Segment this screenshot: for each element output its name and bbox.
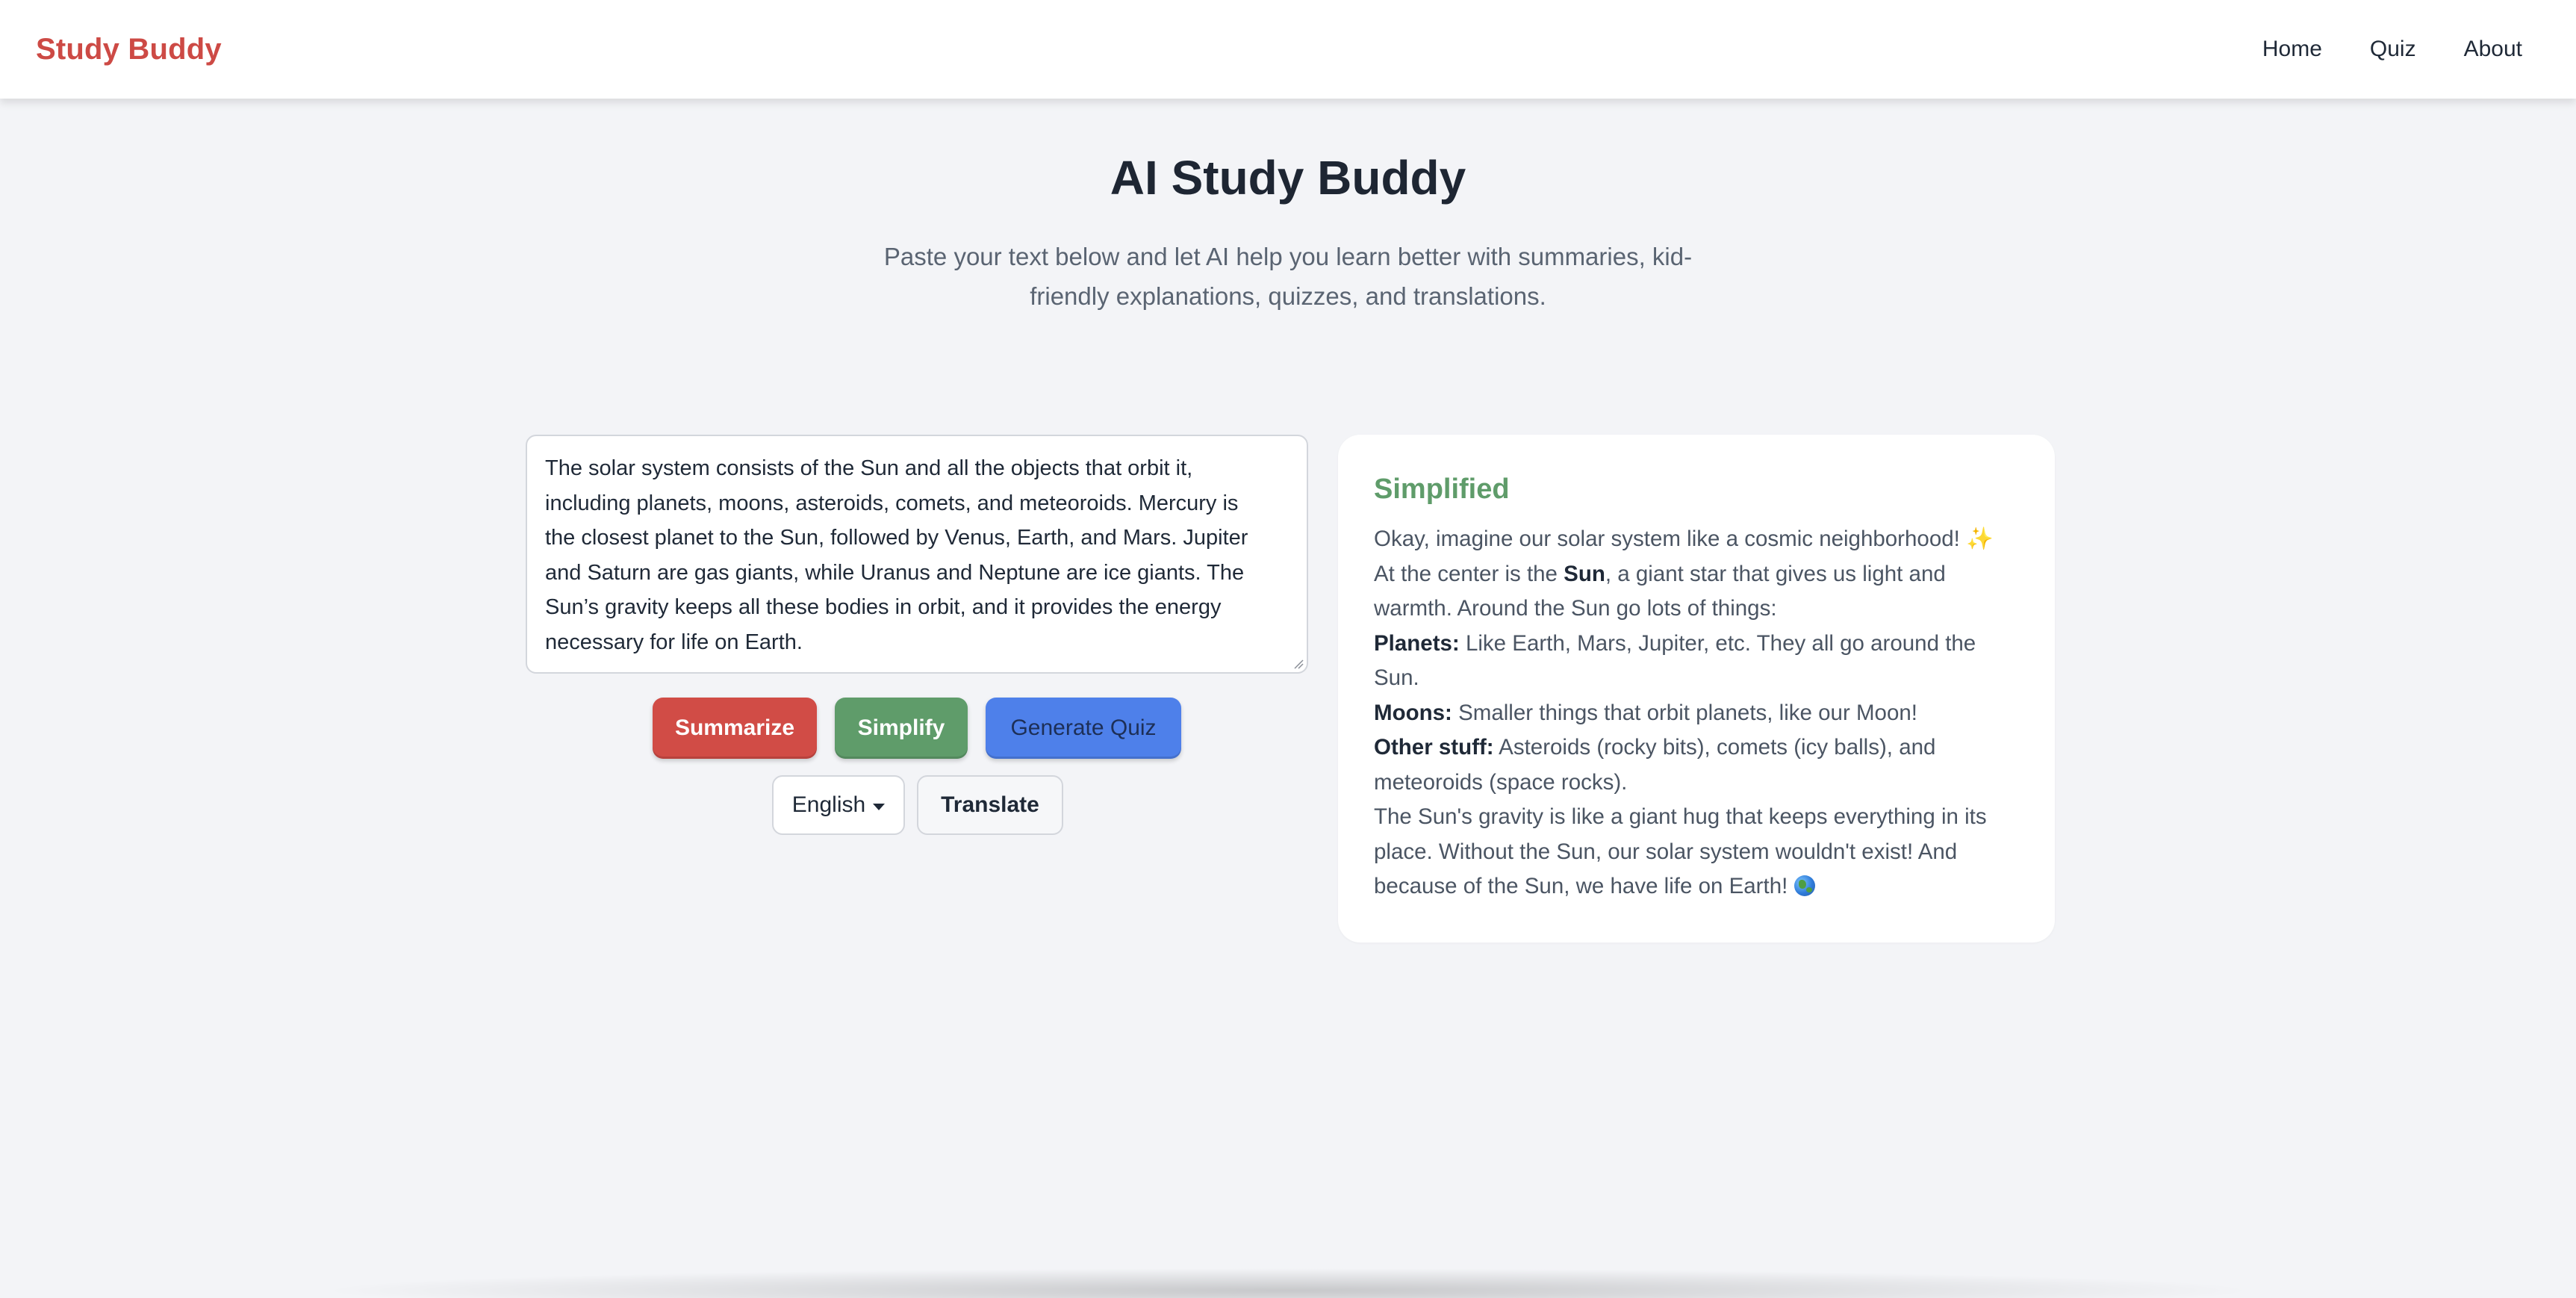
result-text: Like Earth, Mars, Jupiter, etc. They all… (1459, 630, 1976, 656)
result-title: Simplified (1374, 473, 1510, 505)
result-text: because of the Sun, we have life on Eart… (1374, 874, 1794, 898)
subtitle-line-1: Paste your text below and let AI help yo… (883, 242, 1693, 270)
nav-link-about[interactable]: About (2464, 37, 2522, 62)
moons-label: Moons: (1374, 700, 1452, 725)
nav-link-quiz[interactable]: Quiz (2370, 37, 2416, 62)
input-line: including planets, moons, asteroids, com… (545, 491, 1239, 515)
bottom-shadow (314, 1268, 2262, 1298)
other-stuff-label: Other stuff: (1374, 735, 1494, 760)
page-title: AI Study Buddy (1110, 151, 1466, 205)
result-line: Planets: Like Earth, Mars, Jupiter, etc.… (1374, 627, 2019, 662)
globe-icon (1793, 875, 1815, 896)
sparkle-icon: ✨ (1966, 527, 1994, 551)
translate-button[interactable]: Translate (917, 775, 1063, 835)
brand-logo[interactable]: Study Buddy (36, 33, 222, 66)
result-line: meteoroids (space rocks). (1374, 769, 1628, 795)
result-card: Simplified Okay, imagine our solar syste… (1338, 435, 2055, 943)
input-line: and Saturn are gas giants, while Uranus … (545, 560, 1245, 585)
result-line: At the center is the Sun, a giant star t… (1374, 557, 2019, 592)
result-text: , a giant star that gives us light and (1605, 561, 1946, 586)
study-text-input[interactable]: The solar system consists of the Sun and… (526, 435, 1308, 674)
generate-quiz-button[interactable]: Generate Quiz (986, 698, 1181, 759)
result-body: Okay, imagine our solar system like a co… (1374, 522, 2019, 904)
result-line: warmth. Around the Sun go lots of things… (1374, 596, 1777, 621)
nav-link-home[interactable]: Home (2262, 37, 2322, 62)
result-text: Okay, imagine our solar system like a co… (1374, 527, 1967, 551)
language-select[interactable]: English (772, 775, 905, 835)
input-line: necessary for life on Earth. (545, 630, 803, 654)
page-subtitle: Paste your text below and let AI help yo… (855, 237, 1721, 316)
language-select-value: English (791, 792, 866, 817)
result-line: because of the Sun, we have life on Eart… (1374, 869, 2019, 904)
result-line: Okay, imagine our solar system like a co… (1374, 522, 2019, 557)
result-line: Moons: Smaller things that orbit planets… (1374, 696, 2019, 731)
result-text: Asteroids (rocky bits), comets (icy ball… (1493, 735, 1936, 760)
result-bold-text: Sun (1564, 561, 1605, 586)
page-frame: Study Buddy Home Quiz About AI Study Bud… (0, 0, 2576, 1298)
input-line: The solar system consists of the Sun and… (545, 456, 1193, 480)
result-text: Smaller things that orbit planets, like … (1452, 700, 1917, 725)
result-line: The Sun's gravity is like a giant hug th… (1374, 804, 1987, 829)
input-line: the closest planet to the Sun, followed … (545, 526, 1248, 550)
result-line: Sun. (1374, 665, 1419, 690)
result-text: At the center is the (1374, 561, 1564, 586)
planets-label: Planets: (1374, 630, 1460, 656)
simplify-button[interactable]: Simplify (835, 698, 968, 759)
result-line: Other stuff: Asteroids (rocky bits), com… (1374, 730, 2019, 766)
subtitle-line-2: friendly explanations, quizzes, and tran… (1030, 282, 1546, 310)
input-line: Sun’s gravity keeps all these bodies in … (545, 595, 1222, 619)
chevron-down-icon (873, 803, 886, 810)
summarize-button[interactable]: Summarize (653, 698, 817, 759)
navbar: Study Buddy Home Quiz About (0, 0, 2576, 99)
nav-links: Home Quiz About (2215, 37, 2522, 62)
result-line: place. Without the Sun, our solar system… (1374, 839, 1958, 864)
resize-grip-icon[interactable] (1292, 657, 1304, 669)
hero: AI Study Buddy Paste your text below and… (0, 149, 2576, 316)
